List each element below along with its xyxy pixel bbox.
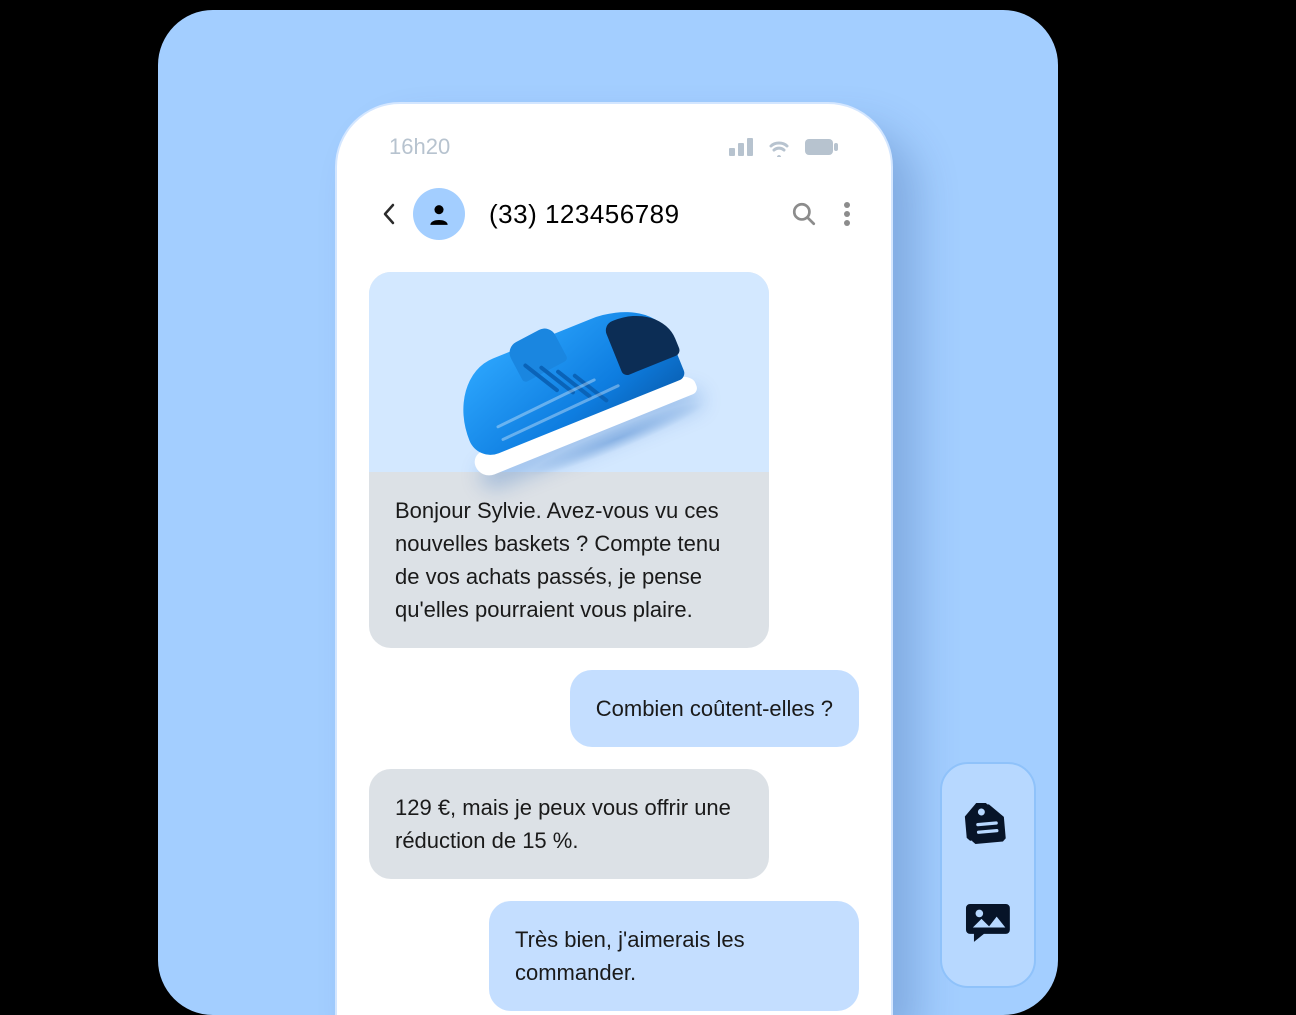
message-product-card[interactable]: Bonjour Sylvie. Avez-vous vu ces nouvell… [369, 272, 769, 648]
phone-frame: 16h20 [335, 102, 893, 1015]
message-user[interactable]: Combien coûtent-elles ? [570, 670, 859, 747]
contact-avatar[interactable] [413, 188, 465, 240]
battery-icon [805, 138, 839, 156]
back-icon[interactable] [377, 203, 401, 225]
status-icons [729, 137, 839, 157]
cellular-signal-icon [729, 138, 753, 156]
contact-phone-number: (33) 123456789 [489, 199, 783, 230]
search-icon[interactable] [791, 201, 817, 227]
status-bar: 16h20 [337, 104, 891, 170]
side-toolbar [940, 762, 1036, 988]
message-text: Bonjour Sylvie. Avez-vous vu ces nouvell… [369, 472, 769, 648]
chat-header: (33) 123456789 [337, 170, 891, 258]
message-list[interactable]: Bonjour Sylvie. Avez-vous vu ces nouvell… [337, 258, 891, 1011]
status-time: 16h20 [389, 134, 450, 160]
message-user[interactable]: Très bien, j'aimerais les commander. [489, 901, 859, 1011]
product-image-sneaker [369, 272, 769, 472]
more-vertical-icon[interactable] [843, 201, 851, 227]
wifi-icon [767, 137, 791, 157]
price-tags-icon[interactable] [962, 803, 1014, 855]
message-agent[interactable]: 129 €, mais je peux vous offrir une rédu… [369, 769, 769, 879]
image-message-icon[interactable] [962, 895, 1014, 947]
